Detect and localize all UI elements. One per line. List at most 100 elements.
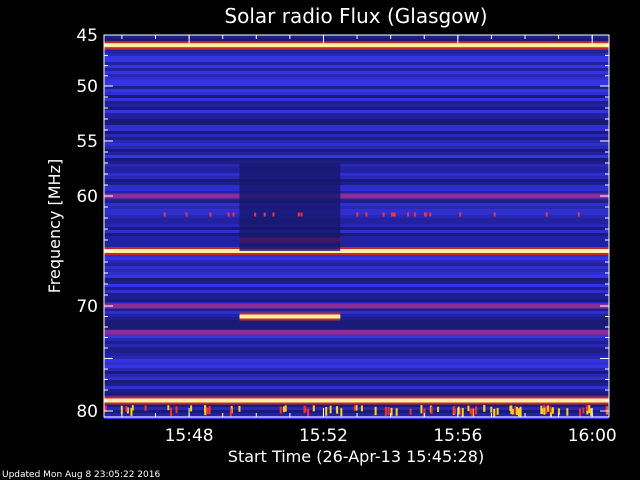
spectrum-row bbox=[104, 209, 609, 212]
burst-speckle bbox=[429, 212, 432, 217]
burst-speckle bbox=[131, 405, 134, 411]
spectrum-row bbox=[104, 95, 609, 98]
spectrum-row bbox=[104, 119, 609, 122]
burst-speckle bbox=[340, 408, 343, 417]
spectrum-row bbox=[104, 236, 609, 239]
burst-speckle bbox=[356, 212, 359, 217]
spectrum-row bbox=[104, 152, 609, 155]
burst-speckle bbox=[384, 406, 387, 416]
spectrum-row bbox=[104, 323, 609, 326]
burst-speckle bbox=[475, 406, 478, 415]
spectrum-row bbox=[104, 140, 609, 143]
spectrum-row bbox=[104, 125, 609, 128]
burst-speckle bbox=[582, 407, 585, 414]
burst-speckle bbox=[549, 406, 552, 413]
burst-speckle bbox=[509, 405, 512, 411]
x-tick-label: 16:00 bbox=[568, 426, 617, 446]
spectrum-row bbox=[104, 269, 609, 272]
burst-speckle bbox=[588, 405, 591, 414]
burst-speckle bbox=[566, 408, 569, 416]
burst-speckle bbox=[204, 405, 207, 412]
updated-timestamp: Updated Mon Aug 8 23:05:22 2016 bbox=[2, 470, 160, 480]
burst-speckle bbox=[120, 405, 123, 414]
spectrum-row bbox=[104, 242, 609, 245]
spectrum-row bbox=[104, 359, 609, 362]
burst-speckle bbox=[605, 405, 608, 414]
burst-speckle bbox=[414, 212, 417, 217]
frequency-rows bbox=[104, 35, 609, 419]
spectrum-row bbox=[104, 353, 609, 356]
spectrum-row bbox=[104, 179, 609, 182]
spectrum-row bbox=[104, 146, 609, 149]
burst-speckle bbox=[437, 406, 440, 413]
spectrum-row bbox=[104, 233, 609, 236]
spectrum-row bbox=[104, 56, 609, 59]
x-tick-label: 15:48 bbox=[165, 426, 214, 446]
burst-speckle bbox=[392, 212, 395, 217]
spectrum-row bbox=[104, 281, 609, 284]
burst-speckle bbox=[284, 405, 287, 412]
frequency-line bbox=[104, 303, 609, 309]
spectrum-row bbox=[104, 203, 609, 206]
spectrum-row bbox=[104, 77, 609, 80]
y-tick-label: 45 bbox=[76, 26, 98, 46]
spectrum-row bbox=[104, 287, 609, 290]
spectrum-row bbox=[104, 89, 609, 92]
burst-speckle bbox=[453, 406, 456, 414]
burst-speckle bbox=[586, 405, 589, 411]
spectrum-row bbox=[104, 257, 609, 260]
burst-speckle bbox=[125, 405, 128, 412]
burst-speckle bbox=[374, 406, 377, 416]
burst-speckle bbox=[272, 212, 275, 217]
spectrum-row bbox=[104, 221, 609, 224]
spectrum-row bbox=[104, 278, 609, 281]
burst-speckle bbox=[430, 406, 433, 414]
spectrum-row bbox=[104, 50, 609, 53]
spectrum-row bbox=[104, 167, 609, 170]
burst-speckle bbox=[209, 212, 212, 217]
burst-speckle bbox=[297, 212, 300, 217]
frequency-line bbox=[104, 329, 609, 335]
y-tick-label: 50 bbox=[76, 77, 98, 97]
y-tick-label: 55 bbox=[76, 132, 98, 152]
spectrum-row bbox=[104, 260, 609, 263]
burst-speckle bbox=[547, 405, 550, 412]
spectrum-row bbox=[104, 188, 609, 191]
burst-speckle bbox=[407, 212, 410, 217]
spectrum-row bbox=[104, 134, 609, 137]
spectrum-row bbox=[104, 62, 609, 65]
spectrum-row bbox=[104, 296, 609, 299]
spectrum-row bbox=[104, 371, 609, 374]
spectrum-row bbox=[104, 92, 609, 95]
spectrum-row bbox=[104, 356, 609, 359]
burst-speckle bbox=[517, 408, 520, 417]
burst-speckle bbox=[382, 212, 385, 217]
spectrum-row bbox=[104, 200, 609, 203]
spectrum-row bbox=[104, 53, 609, 56]
spectrum-row bbox=[104, 113, 609, 116]
spectrum-row bbox=[104, 161, 609, 164]
spectrum-row bbox=[104, 383, 609, 386]
spectrum-row bbox=[104, 86, 609, 89]
burst-speckle bbox=[387, 407, 390, 416]
spectrum-row bbox=[104, 377, 609, 380]
y-tick-label: 80 bbox=[76, 402, 98, 422]
spectrum-row bbox=[104, 155, 609, 158]
y-tick-label: 60 bbox=[76, 187, 98, 207]
burst-speckle bbox=[493, 408, 496, 417]
spectrum-row bbox=[104, 311, 609, 314]
x-tick-label: 15:56 bbox=[433, 426, 482, 446]
spectrum-row bbox=[104, 335, 609, 338]
spectrum-row bbox=[104, 206, 609, 209]
burst-speckle bbox=[353, 405, 356, 411]
burst-speckle bbox=[496, 408, 499, 415]
spectrum-row bbox=[104, 185, 609, 188]
burst-speckle bbox=[229, 408, 232, 417]
burst-speckle bbox=[238, 405, 241, 412]
burst-speckle bbox=[360, 405, 363, 412]
spectrum-row bbox=[104, 149, 609, 152]
spectrum-row bbox=[104, 413, 609, 416]
spectrum-row bbox=[104, 104, 609, 107]
burst-speckle bbox=[545, 406, 548, 414]
spectrum-row bbox=[104, 362, 609, 365]
